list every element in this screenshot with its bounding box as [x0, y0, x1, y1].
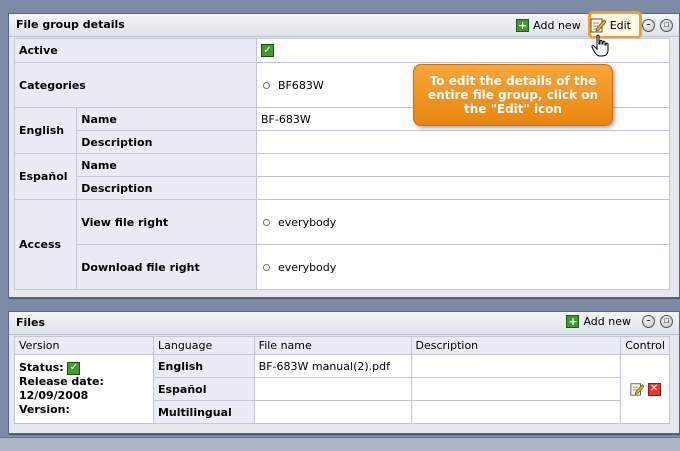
- espanol-label: Español: [13, 153, 78, 200]
- details-panel-header: File group details + Add new Edit – ▫: [9, 11, 679, 39]
- edit-tooltip: To edit the details of the entire file g…: [413, 64, 613, 126]
- download-right-value: everybody: [278, 260, 337, 274]
- check-icon: ✓: [67, 361, 81, 375]
- column-header-language: Language: [152, 336, 255, 355]
- access-label: Access: [13, 199, 78, 290]
- file-group-details-panel: File group details + Add new Edit – ▫ Ac…: [8, 11, 680, 298]
- plus-icon: +: [566, 315, 580, 328]
- column-header-file-name: File name: [253, 336, 412, 355]
- details-panel-title: File group details: [16, 18, 125, 31]
- delete-icon[interactable]: ✕: [647, 382, 661, 396]
- release-date-label: Release date:: [19, 375, 104, 388]
- description-multilingual: [410, 400, 622, 424]
- file-name-english[interactable]: BF-683W manual(2).pdf: [253, 354, 412, 378]
- release-date-value: 12/09/2008: [19, 389, 89, 402]
- status-label: Status:: [19, 361, 64, 374]
- files-add-new-label: Add new: [583, 315, 631, 328]
- files-header-actions: + Add new – ▫: [566, 315, 673, 328]
- column-header-description: Description: [410, 336, 622, 355]
- control-cell: ✕: [620, 354, 670, 424]
- edit-button[interactable]: Edit: [590, 17, 631, 33]
- add-new-button[interactable]: + Add new: [516, 18, 581, 32]
- categories-label: Categories: [14, 62, 257, 108]
- files-table: Version Language File name Description C…: [14, 336, 670, 424]
- bullet-icon: [263, 82, 270, 89]
- minimize-icon[interactable]: –: [642, 315, 655, 328]
- file-name-multilingual[interactable]: [253, 400, 412, 424]
- view-right-label: View file right: [76, 199, 257, 245]
- view-right-value: everybody: [278, 215, 337, 229]
- column-header-version: Version: [14, 336, 154, 355]
- check-icon: ✓: [261, 44, 274, 58]
- edit-icon: [590, 18, 606, 33]
- espanol-name-value: [256, 153, 670, 177]
- description-espanol: [410, 377, 622, 401]
- english-name-label: Name: [76, 107, 257, 131]
- bottom-bar: [0, 437, 680, 451]
- download-right-value-cell: everybody: [256, 244, 670, 290]
- bullet-icon: [263, 264, 270, 271]
- files-panel-header: Files + Add new – ▫: [9, 312, 679, 335]
- english-description-value: [256, 130, 670, 154]
- categories-value: BF683W: [278, 78, 324, 92]
- tooltip-text: To edit the details of the entire file g…: [427, 74, 599, 116]
- version-label: Version:: [19, 403, 70, 416]
- file-name-espanol[interactable]: [253, 377, 412, 401]
- active-label: Active: [14, 38, 257, 63]
- files-header-row: Version Language File name Description C…: [14, 336, 670, 355]
- edit-label: Edit: [609, 18, 631, 32]
- column-header-control: Control: [620, 336, 670, 355]
- minimize-icon[interactable]: –: [642, 18, 655, 32]
- download-right-label: Download file right: [76, 244, 257, 290]
- details-header-actions: + Add new Edit – ▫: [516, 17, 673, 33]
- espanol-name-label: Name: [76, 153, 257, 177]
- maximize-icon[interactable]: ▫: [660, 315, 673, 328]
- bullet-icon: [263, 219, 270, 226]
- files-panel: Files + Add new – ▫ Version Language Fil…: [8, 311, 680, 434]
- files-panel-title: Files: [16, 316, 46, 329]
- espanol-description-label: Description: [76, 176, 257, 200]
- edit-icon[interactable]: [630, 382, 644, 396]
- english-label: English: [13, 107, 78, 154]
- maximize-icon[interactable]: ▫: [660, 18, 673, 32]
- language-english: English: [152, 354, 255, 378]
- plus-icon: +: [516, 18, 530, 32]
- add-new-label: Add new: [533, 18, 581, 32]
- language-multilingual: Multilingual: [152, 400, 255, 424]
- description-english: [410, 354, 622, 378]
- hand-cursor-icon: [591, 34, 609, 57]
- language-espanol: Español: [152, 377, 255, 401]
- view-right-value-cell: everybody: [256, 199, 670, 245]
- espanol-description-value: [256, 176, 670, 200]
- table-row: Status: ✓ Release date: 12/09/2008 Versi…: [14, 354, 670, 424]
- files-add-new-button[interactable]: + Add new: [566, 315, 631, 328]
- english-description-label: Description: [76, 130, 257, 154]
- version-info-cell: Status: ✓ Release date: 12/09/2008 Versi…: [14, 354, 154, 424]
